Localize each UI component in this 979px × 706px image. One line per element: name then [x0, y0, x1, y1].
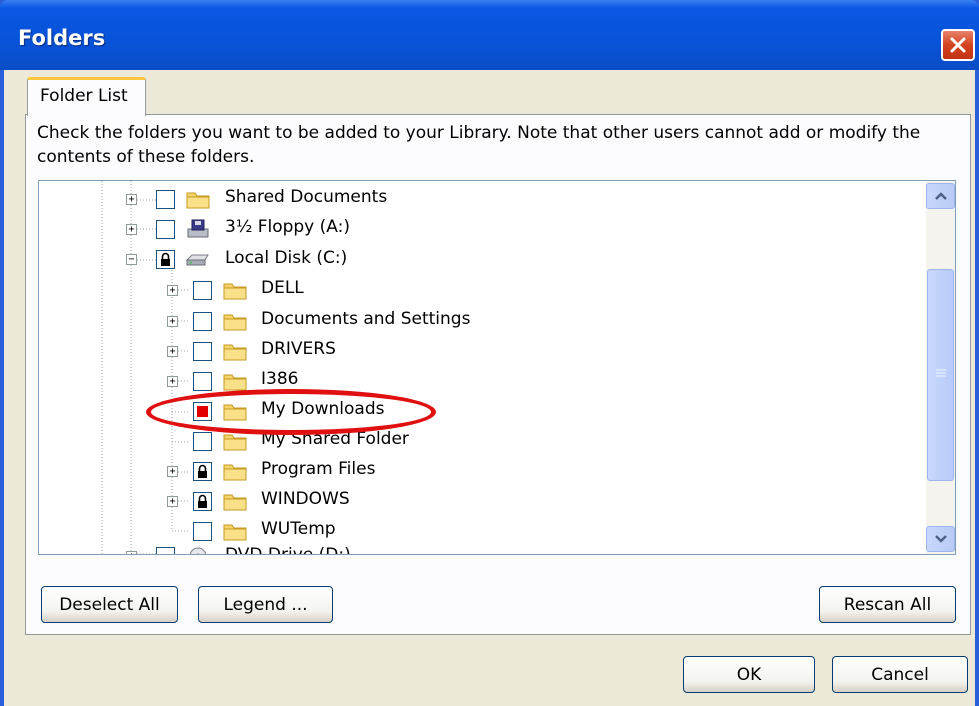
rescan-all-button[interactable]: Rescan All [819, 586, 956, 623]
cancel-button[interactable]: Cancel [832, 656, 968, 693]
instructions-text: Check the folders you want to be added t… [37, 123, 921, 167]
close-icon [950, 37, 966, 53]
folder-tree[interactable]: + Shared Documents + 3½ Floppy (A:) − Lo… [38, 180, 956, 555]
scroll-down-button[interactable] [926, 526, 955, 552]
expand-toggle[interactable]: + [126, 224, 137, 235]
folders-dialog: Folders Folder List Check the folders yo… [0, 0, 979, 706]
tree-item-label[interactable]: WUTemp [261, 519, 336, 539]
folder-icon [223, 283, 247, 300]
vertical-scrollbar[interactable] [926, 181, 955, 554]
expand-toggle[interactable]: + [126, 194, 137, 205]
expand-toggle[interactable]: + [126, 551, 137, 554]
tree-item-label[interactable]: My Shared Folder [261, 429, 409, 449]
folder-icon [223, 524, 247, 541]
tree-item-label[interactable]: My Downloads [261, 399, 385, 419]
lock-icon [161, 252, 170, 266]
folder-checkbox-locked[interactable] [193, 462, 212, 481]
tree-item-label[interactable]: DVD Drive (D:) [225, 545, 351, 554]
tree-item-label[interactable]: I386 [261, 369, 298, 389]
scroll-thumb[interactable] [927, 269, 954, 481]
folder-checkbox-locked[interactable] [193, 492, 212, 511]
lock-icon [198, 494, 207, 508]
folder-checkbox[interactable] [193, 432, 212, 451]
dvd-drive-icon [189, 547, 207, 554]
folder-checkbox[interactable] [156, 190, 175, 209]
scroll-up-button[interactable] [926, 183, 955, 209]
tree-item-label[interactable]: DELL [261, 278, 304, 298]
tree-item-label[interactable]: DRIVERS [261, 339, 336, 359]
folder-icon [186, 192, 210, 209]
close-button[interactable] [941, 29, 975, 61]
tree-item-label[interactable]: Shared Documents [225, 187, 387, 207]
folder-icon [223, 344, 247, 361]
hard-disk-icon [185, 254, 209, 266]
expand-toggle[interactable]: + [167, 346, 178, 357]
folder-icon [223, 314, 247, 331]
folder-checkbox[interactable] [193, 342, 212, 361]
expand-toggle[interactable]: + [167, 466, 178, 477]
tab-label: Folder List [40, 86, 128, 106]
grip-icon [936, 369, 946, 377]
expand-toggle[interactable]: + [167, 316, 178, 327]
expand-toggle[interactable]: + [167, 285, 178, 296]
folder-checkbox[interactable] [193, 281, 212, 300]
folder-icon [223, 404, 247, 421]
tab-folder-list[interactable]: Folder List [27, 77, 146, 116]
folder-checkbox[interactable] [156, 547, 175, 554]
ok-button[interactable]: OK [683, 656, 815, 693]
folder-icon [223, 494, 247, 511]
legend-button[interactable]: Legend ... [198, 586, 333, 623]
chevron-down-icon [934, 535, 947, 543]
chevron-up-icon [934, 192, 947, 200]
tree-item-label[interactable]: Documents and Settings [261, 309, 470, 329]
title-bar[interactable]: Folders [0, 0, 979, 70]
floppy-drive-icon [187, 219, 209, 238]
folder-icon [223, 374, 247, 391]
expand-toggle[interactable]: + [167, 376, 178, 387]
folder-icon [223, 464, 247, 481]
folder-checkbox[interactable] [193, 372, 212, 391]
folder-icon [223, 434, 247, 451]
folder-checkbox-checked[interactable] [193, 402, 212, 421]
tree-item-label[interactable]: Program Files [261, 459, 375, 479]
folder-checkbox-locked[interactable] [156, 250, 175, 269]
lock-icon [198, 464, 207, 478]
tree-item-label[interactable]: WINDOWS [261, 489, 350, 509]
collapse-toggle[interactable]: − [126, 254, 137, 265]
deselect-all-button[interactable]: Deselect All [41, 586, 178, 623]
folder-checkbox[interactable] [193, 312, 212, 331]
folder-checkbox[interactable] [156, 220, 175, 239]
tree-item-label[interactable]: 3½ Floppy (A:) [225, 217, 350, 237]
folder-checkbox[interactable] [193, 522, 212, 541]
window-title: Folders [18, 26, 106, 50]
tree-item-label[interactable]: Local Disk (C:) [225, 248, 347, 268]
expand-toggle[interactable]: + [167, 496, 178, 507]
